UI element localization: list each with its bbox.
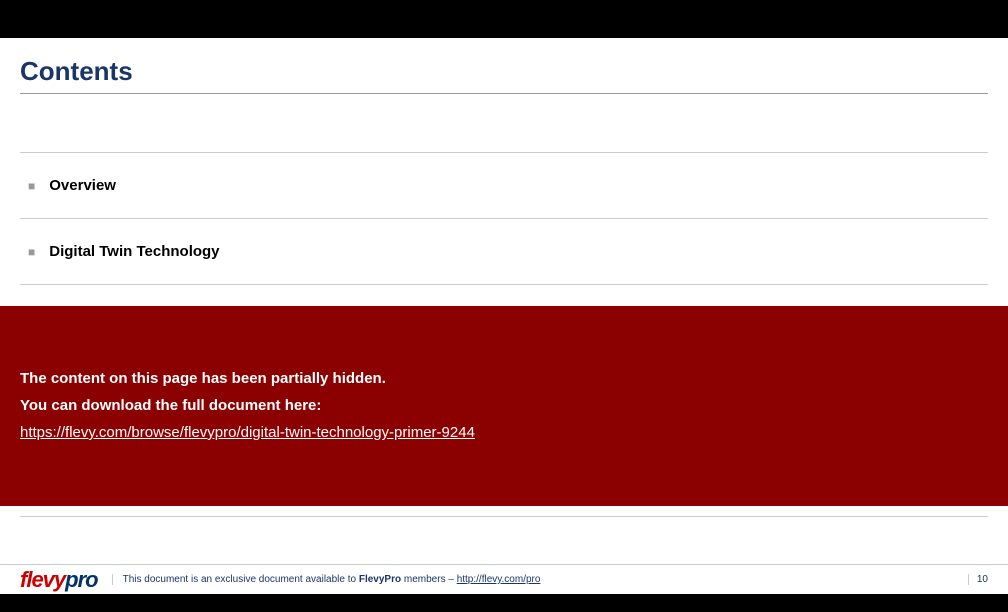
page-number: 10 xyxy=(968,574,988,585)
bullet-icon: ■ xyxy=(28,179,35,193)
hidden-line2: You can download the full document here: xyxy=(20,397,988,414)
download-link[interactable]: https://flevy.com/browse/flevypro/digita… xyxy=(20,424,475,441)
toc-item-label: Digital Twin Technology xyxy=(49,243,219,260)
title-area: Contents xyxy=(0,38,1008,104)
page-title: Contents xyxy=(20,56,988,87)
footer-text-before: This document is an exclusive document a… xyxy=(123,574,359,585)
toc-item-label: Overview xyxy=(49,177,116,194)
footer-text-bold: FlevyPro xyxy=(359,574,401,585)
hidden-line1: The content on this page has been partia… xyxy=(20,370,988,387)
content-area: ■ Overview ■ Digital Twin Technology xyxy=(0,152,1008,285)
title-underline xyxy=(20,93,988,94)
flevypro-logo: flevypro xyxy=(20,567,98,593)
logo-flevy-text: flevy xyxy=(20,567,65,593)
footer-text-after: members – xyxy=(401,574,457,585)
hidden-content-panel: The content on this page has been partia… xyxy=(0,306,1008,506)
header-black-bar xyxy=(0,0,1008,38)
divider-line xyxy=(20,516,988,517)
bullet-icon: ■ xyxy=(28,245,35,259)
toc-item-overview: ■ Overview xyxy=(20,153,988,219)
slide-container: Contents ■ Overview ■ Digital Twin Techn… xyxy=(0,0,1008,612)
logo-pro-text: pro xyxy=(65,567,97,593)
footer-black-bar xyxy=(0,594,1008,612)
toc-item-digital-twin: ■ Digital Twin Technology xyxy=(20,219,988,285)
footer: flevypro This document is an exclusive d… xyxy=(0,564,1008,594)
footer-text: This document is an exclusive document a… xyxy=(112,574,541,585)
footer-link[interactable]: http://flevy.com/pro xyxy=(457,574,541,585)
